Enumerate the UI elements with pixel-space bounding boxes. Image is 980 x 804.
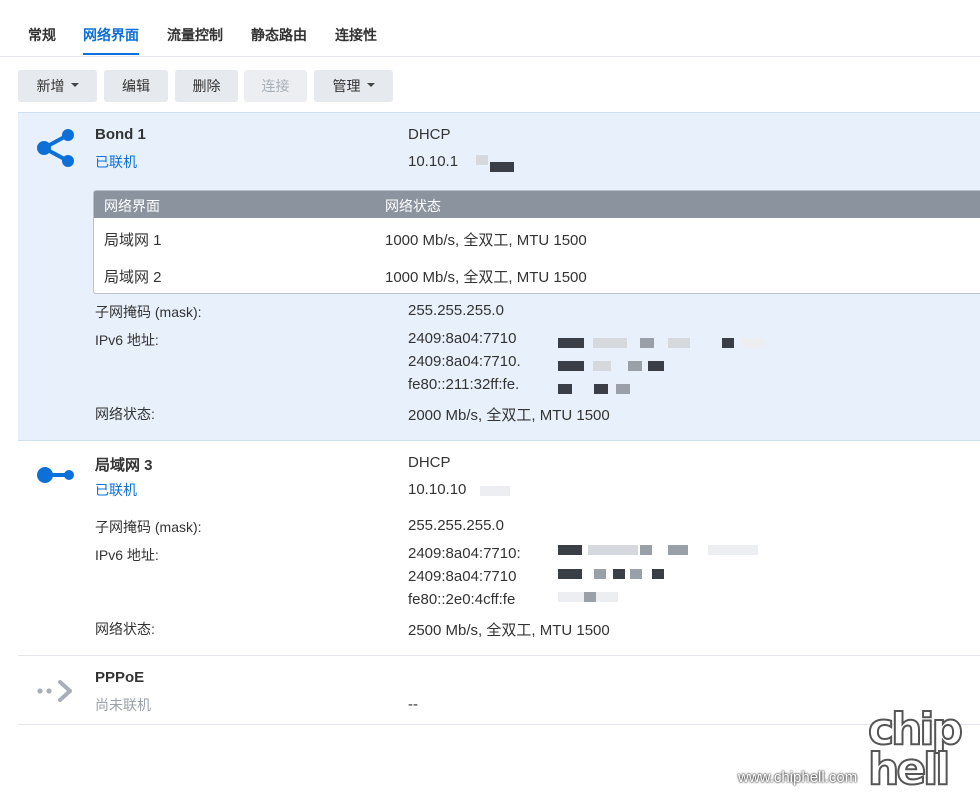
redaction-mask — [594, 384, 608, 394]
column-header-interface: 网络界面 — [104, 198, 160, 214]
table-cell-state: 1000 Mb/s, 全双工, MTU 1500 — [385, 232, 587, 249]
edit-button[interactable]: 编辑 — [104, 70, 168, 102]
interface-name: 局域网 3 — [95, 457, 153, 474]
redaction-mask — [628, 361, 642, 371]
ip-address: 10.10.1 — [408, 153, 459, 170]
chevron-down-icon — [70, 83, 79, 88]
add-button-label: 新增 — [36, 78, 65, 94]
edit-button-label: 编辑 — [122, 78, 150, 94]
redaction-mask — [630, 569, 642, 579]
ipv6-address: fe80::211:32ff:fe. — [408, 376, 520, 393]
tab-connectivity[interactable]: 连接性 — [335, 25, 377, 45]
member-interface-table: 网络界面 网络状态 局域网 1 1000 Mb/s, 全双工, MTU 1500… — [93, 190, 980, 294]
table-row: 局域网 2 1000 Mb/s, 全双工, MTU 1500 — [94, 256, 980, 292]
status-badge: 已联机 — [95, 482, 137, 498]
ethernet-link-icon — [37, 467, 74, 483]
subnet-mask-label: 子网掩码 (mask): — [95, 304, 202, 320]
watermark-logo: chip hell www.chiphell.com — [738, 704, 968, 795]
tab-bar: 常规 网络界面 流量控制 静态路由 连接性 — [0, 0, 980, 57]
subnet-mask-value: 255.255.255.0 — [408, 517, 504, 534]
redaction-mask — [648, 361, 664, 371]
chevron-down-icon — [366, 83, 375, 88]
ipv6-label: IPv6 地址: — [95, 547, 159, 563]
tab-general[interactable]: 常规 — [28, 25, 56, 45]
interface-name: PPPoE — [95, 669, 145, 686]
interface-row-pppoe[interactable]: PPPoE 尚未联机 -- — [18, 656, 980, 725]
dotted-arrow-icon — [37, 680, 72, 702]
watermark-logo-text: chip hell — [867, 704, 964, 795]
interface-row-bond1[interactable]: Bond 1 已联机 DHCP 10.10.1 网络界面 网络状态 局域网 1 … — [18, 112, 980, 441]
redaction-mask — [593, 361, 611, 371]
delete-button-label: 删除 — [192, 78, 221, 94]
ip-address: 10.10.10 — [408, 481, 467, 498]
redaction-mask — [613, 569, 625, 579]
tab-static-route[interactable]: 静态路由 — [251, 25, 307, 45]
redaction-mask — [640, 338, 654, 348]
interface-name: Bond 1 — [95, 126, 146, 143]
redaction-mask — [558, 338, 584, 348]
table-cell-interface: 局域网 1 — [104, 232, 162, 249]
redaction-mask — [652, 569, 664, 579]
network-state-value: 2500 Mb/s, 全双工, MTU 1500 — [408, 622, 610, 639]
table-cell-interface: 局域网 2 — [104, 269, 162, 286]
manage-button[interactable]: 管理 — [314, 70, 393, 102]
ipv6-address: 2409:8a04:7710. — [408, 353, 521, 370]
table-cell-state: 1000 Mb/s, 全双工, MTU 1500 — [385, 269, 587, 286]
table-header: 网络界面 网络状态 — [94, 191, 980, 218]
tab-network-interface[interactable]: 网络界面 — [83, 25, 139, 55]
redaction-mask — [558, 384, 572, 394]
status-badge: 已联机 — [95, 154, 137, 170]
share-bond-icon — [37, 129, 74, 167]
redaction-mask — [722, 338, 734, 348]
redaction-mask — [708, 545, 758, 555]
redaction-mask — [668, 338, 690, 348]
ipv6-label: IPv6 地址: — [95, 332, 159, 348]
subnet-mask-label: 子网掩码 (mask): — [95, 519, 202, 535]
ip-address: -- — [408, 696, 418, 713]
ipv6-address: 2409:8a04:7710 — [408, 330, 517, 347]
table-row: 局域网 1 1000 Mb/s, 全双工, MTU 1500 — [94, 219, 980, 255]
column-header-state: 网络状态 — [385, 198, 441, 214]
connect-button[interactable]: 连接 — [244, 70, 307, 102]
ip-mode: DHCP — [408, 454, 451, 471]
tab-traffic-control[interactable]: 流量控制 — [167, 25, 223, 45]
ipv6-address: 2409:8a04:7710 — [408, 568, 517, 585]
redaction-mask — [480, 486, 510, 496]
manage-button-label: 管理 — [332, 78, 361, 94]
ip-mode: DHCP — [408, 126, 451, 143]
redaction-mask — [558, 569, 582, 579]
redaction-mask — [490, 162, 514, 172]
redaction-mask — [558, 361, 584, 371]
status-badge: 尚未联机 — [95, 697, 151, 713]
add-button[interactable]: 新增 — [18, 70, 97, 102]
redaction-mask — [640, 545, 652, 555]
redaction-mask — [668, 545, 688, 555]
redaction-mask — [588, 545, 638, 555]
redaction-mask — [593, 338, 627, 348]
watermark-url: www.chiphell.com — [738, 769, 858, 786]
redaction-mask — [558, 545, 582, 555]
delete-button[interactable]: 删除 — [175, 70, 238, 102]
subnet-mask-value: 255.255.255.0 — [408, 302, 504, 319]
redaction-mask — [616, 384, 630, 394]
connect-button-label: 连接 — [261, 78, 290, 94]
ipv6-address: fe80::2e0:4cff:fe — [408, 591, 516, 608]
ipv6-address: 2409:8a04:7710: — [408, 545, 521, 562]
redaction-mask — [584, 592, 596, 602]
network-state-label: 网络状态: — [95, 406, 155, 422]
interface-row-lan3[interactable]: 局域网 3 已联机 DHCP 10.10.10 子网掩码 (mask): 255… — [18, 441, 980, 656]
network-state-value: 2000 Mb/s, 全双工, MTU 1500 — [408, 407, 610, 424]
redaction-mask — [476, 155, 488, 165]
redaction-mask — [742, 338, 766, 348]
redaction-mask — [594, 569, 606, 579]
network-state-label: 网络状态: — [95, 621, 155, 637]
